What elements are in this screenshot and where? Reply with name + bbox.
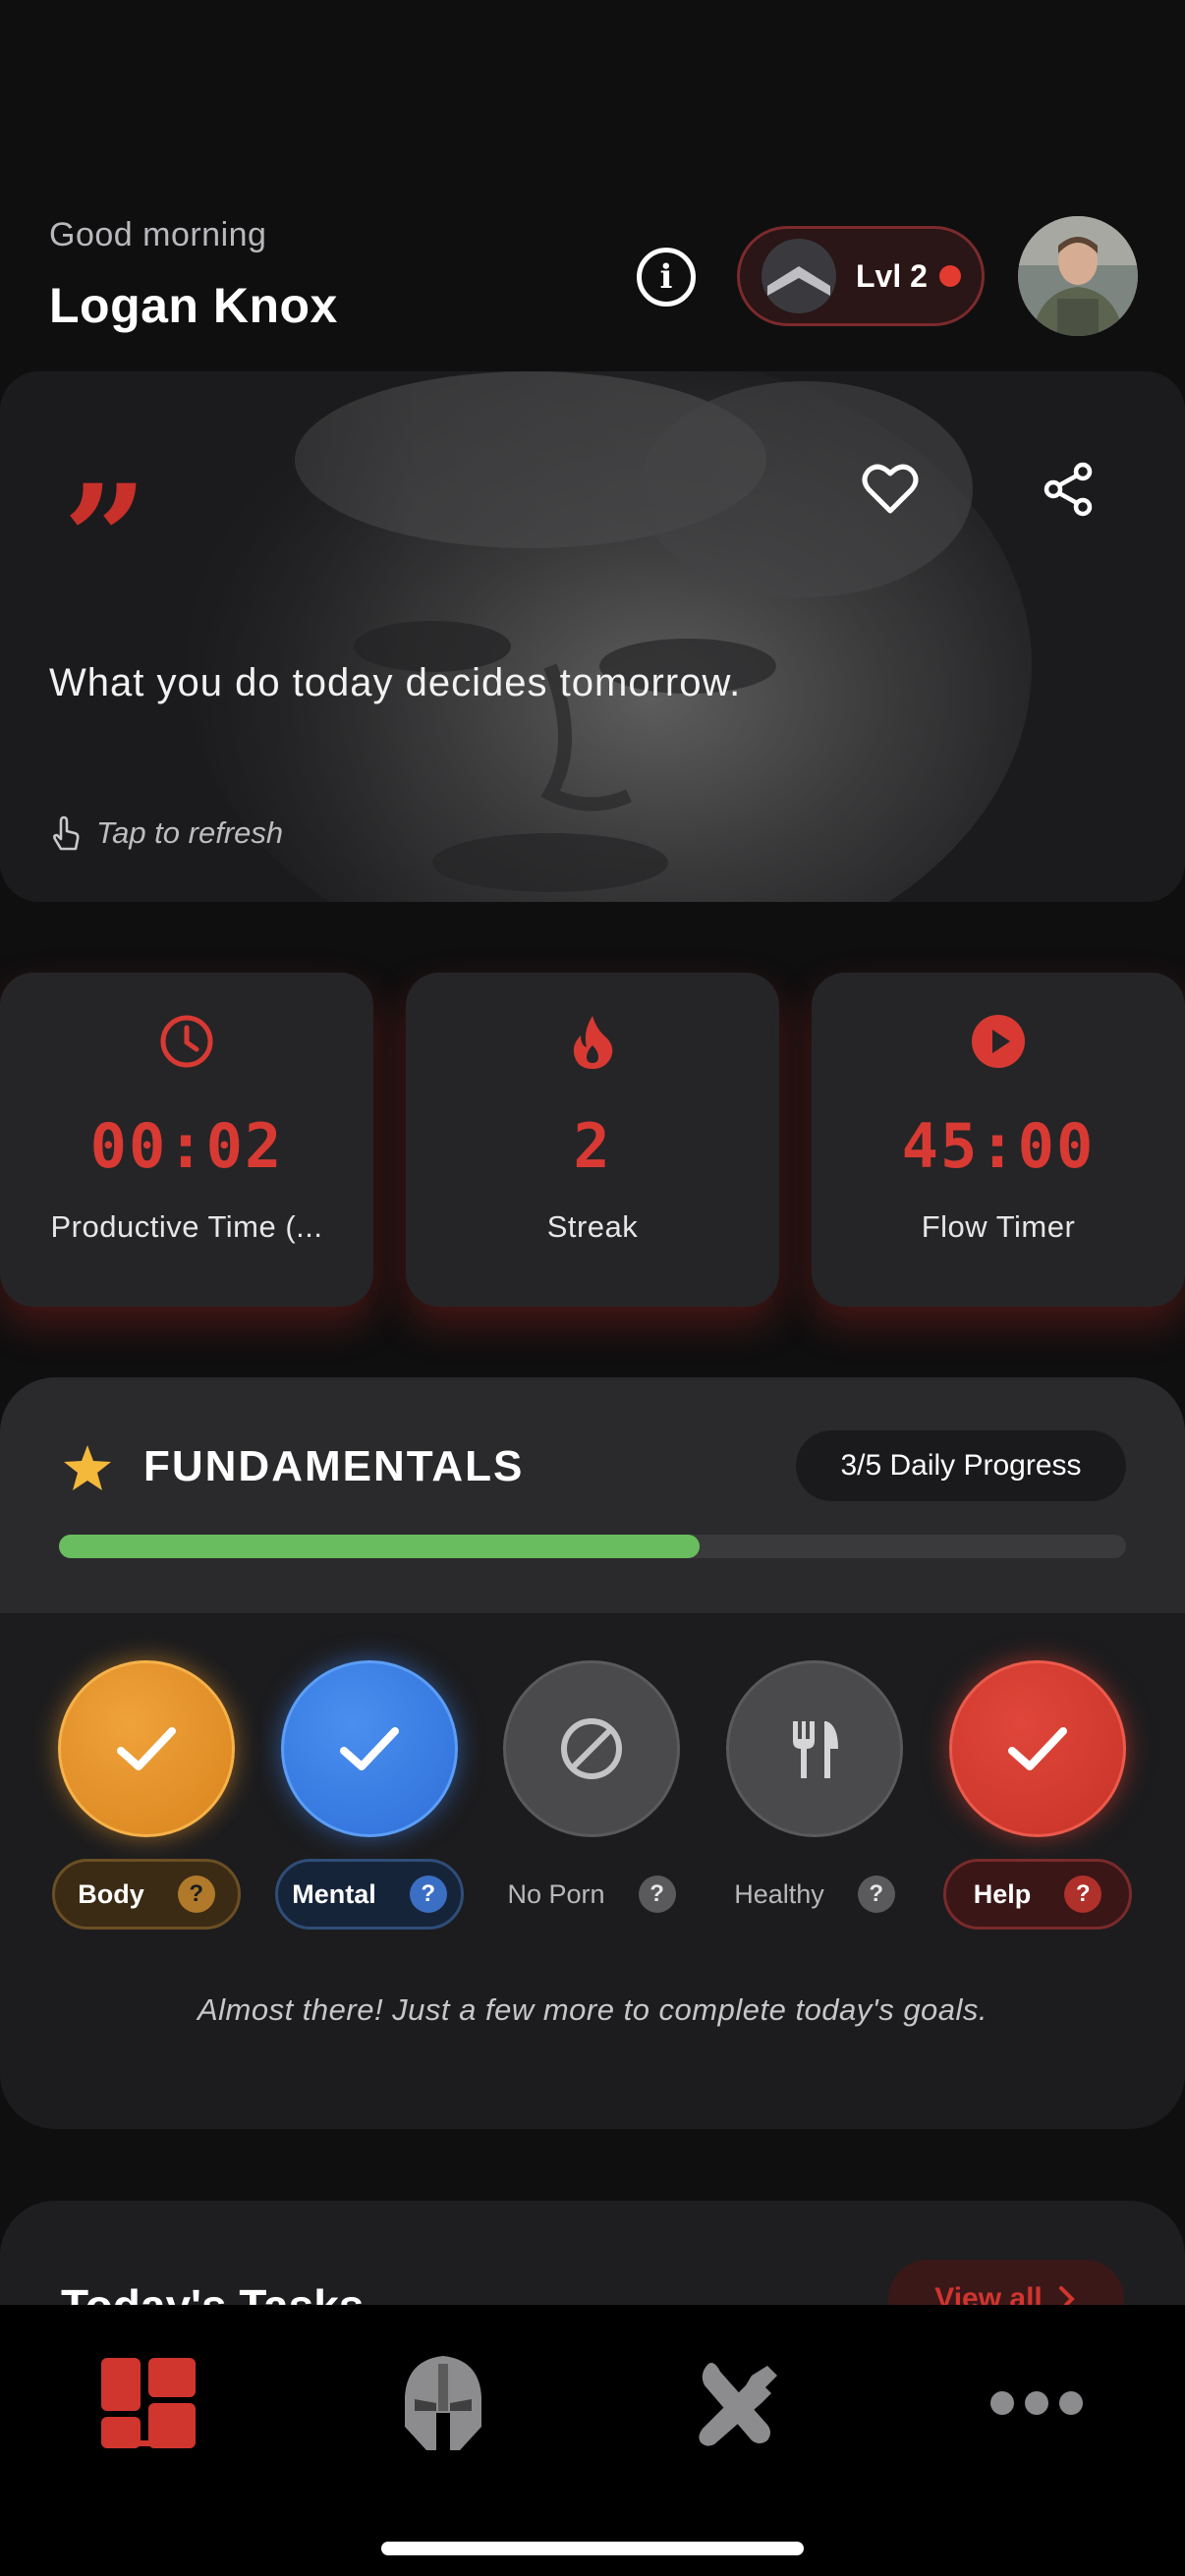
habit-body-label[interactable]: Body ?: [52, 1859, 241, 1930]
fork-knife-icon: [793, 1721, 838, 1778]
tap-hand-icon: [53, 815, 80, 851]
more-icon: [990, 2391, 1083, 2415]
quote-mark-icon: ”: [63, 453, 148, 626]
daily-progress-badge: 3/5 Daily Progress: [796, 1430, 1126, 1501]
productive-time-card[interactable]: 00:02 Productive Time (...: [0, 973, 373, 1307]
habit-mental-label[interactable]: Mental ?: [275, 1859, 464, 1930]
help-question-icon[interactable]: ?: [177, 1876, 215, 1913]
habit-help-button[interactable]: [949, 1660, 1126, 1837]
habit-label: Body: [78, 1878, 144, 1909]
daily-progress-fill: [59, 1535, 700, 1558]
header: Good morning Logan Knox i Lvl 2: [0, 196, 1185, 364]
greeting: Good morning: [49, 216, 267, 253]
flow-timer-card[interactable]: 45:00 Flow Timer: [812, 973, 1185, 1307]
checkmark-icon: [340, 1727, 399, 1770]
info-icon: i: [659, 257, 673, 297]
streak-value: 2: [573, 1110, 612, 1182]
fundamentals-title: FUNDAMENTALS: [143, 1442, 525, 1490]
tab-tools[interactable]: [669, 2334, 807, 2472]
habit-label: Healthy: [734, 1878, 824, 1909]
level-button[interactable]: Lvl 2: [737, 226, 985, 326]
refresh-hint[interactable]: Tap to refresh: [49, 815, 283, 851]
clock-icon: [160, 1015, 213, 1068]
habit-label: Mental: [292, 1878, 376, 1909]
tab-bar: [0, 2305, 1185, 2576]
helmet-icon: [405, 2356, 481, 2450]
habit-mental-button[interactable]: [281, 1660, 458, 1837]
flame-icon: [573, 1016, 613, 1069]
habit-label: Help: [973, 1878, 1032, 1909]
flow-timer-value: 45:00: [901, 1110, 1096, 1182]
share-icon: [1044, 462, 1093, 517]
refresh-label: Tap to refresh: [96, 815, 284, 850]
help-question-icon[interactable]: ?: [857, 1876, 895, 1913]
favorite-button[interactable]: [859, 458, 922, 521]
tab-warrior[interactable]: [374, 2334, 512, 2472]
star-icon: [64, 1445, 111, 1490]
habit-no-porn-button[interactable]: [503, 1660, 680, 1837]
fundamentals-card: FUNDAMENTALS 3/5 Daily Progress Body ? M…: [0, 1377, 1185, 2129]
home-indicator[interactable]: [381, 2542, 804, 2555]
help-question-icon[interactable]: ?: [638, 1876, 676, 1913]
streak-card[interactable]: 2 Streak: [406, 973, 779, 1307]
stats-row: 00:02 Productive Time (... 2 Streak 45:0…: [0, 973, 1185, 1307]
quote-text: What you do today decides tomorrow.: [49, 661, 742, 704]
fundamentals-message: Almost there! Just a few more to complet…: [197, 1992, 988, 2027]
help-question-icon[interactable]: ?: [409, 1876, 447, 1913]
level-label: Lvl 2: [856, 257, 928, 294]
play-icon: [972, 1015, 1025, 1068]
checkmark-icon: [117, 1727, 176, 1770]
tab-dashboard[interactable]: [80, 2334, 217, 2472]
dashboard-screen: Good morning Logan Knox i Lvl 2 ” What y…: [0, 0, 1185, 2576]
notification-dot: [938, 265, 961, 287]
heart-icon: [862, 464, 919, 514]
active-tab-indicator: [106, 2440, 191, 2446]
habit-healthy-label[interactable]: Healthy ?: [719, 1859, 910, 1930]
dashboard-icon: [101, 2358, 196, 2448]
habit-body-button[interactable]: [58, 1660, 235, 1837]
info-button[interactable]: i: [637, 248, 696, 307]
habit-healthy-button[interactable]: [726, 1660, 903, 1837]
habit-label: No Porn: [507, 1878, 605, 1909]
flow-timer-label: Flow Timer: [921, 1209, 1076, 1244]
productive-time-value: 00:02: [89, 1110, 284, 1182]
habit-no-porn-label[interactable]: No Porn ?: [496, 1859, 687, 1930]
help-question-icon[interactable]: ?: [1064, 1876, 1102, 1913]
user-name: Logan Knox: [49, 278, 338, 333]
share-button[interactable]: [1038, 458, 1100, 521]
checkmark-icon: [1008, 1727, 1067, 1770]
tab-more[interactable]: [968, 2334, 1105, 2472]
productive-time-label: Productive Time (...: [50, 1209, 323, 1244]
quote-card[interactable]: ” What you do today decides tomorrow. Ta…: [0, 371, 1185, 902]
tools-icon: [699, 2363, 777, 2446]
habit-help-label[interactable]: Help ?: [943, 1859, 1132, 1930]
streak-label: Streak: [546, 1209, 639, 1244]
prohibited-icon: [561, 1718, 622, 1779]
daily-progress-bar: [59, 1535, 1126, 1558]
avatar[interactable]: [1018, 216, 1138, 336]
chevron-rank-badge-icon: [762, 239, 836, 313]
